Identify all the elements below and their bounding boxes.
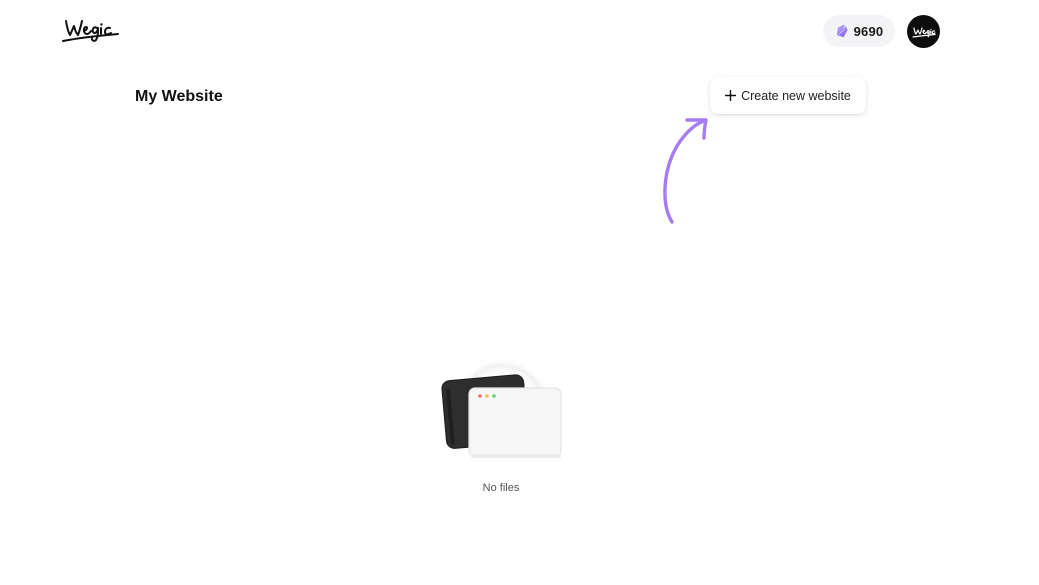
gem-icon bbox=[836, 24, 848, 38]
create-new-website-label: Create new website bbox=[741, 88, 851, 103]
wegic-logo-icon bbox=[62, 20, 119, 42]
credits-pill[interactable]: 9690 bbox=[823, 15, 895, 47]
browser-windows-icon bbox=[441, 358, 562, 458]
plus-icon bbox=[725, 90, 737, 101]
page-title: My Website bbox=[135, 88, 223, 105]
avatar[interactable] bbox=[907, 15, 940, 48]
page: 9690 My Website Create new website No fi… bbox=[0, 0, 1039, 585]
curved-arrow-icon bbox=[663, 118, 708, 224]
create-new-website-button[interactable]: Create new website bbox=[710, 77, 866, 114]
credits-count: 9690 bbox=[853, 23, 884, 39]
wegic-logo[interactable] bbox=[60, 14, 122, 48]
wegic-avatar-icon bbox=[911, 26, 936, 38]
empty-state-text: No files bbox=[482, 482, 520, 494]
